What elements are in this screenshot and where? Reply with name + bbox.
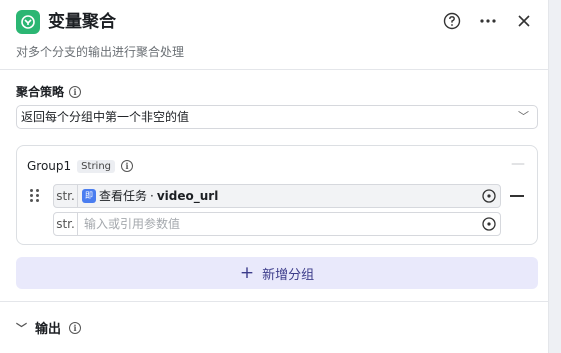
add-group-label: 新增分组: [262, 267, 315, 283]
variable-picker-icon[interactable]: [482, 217, 496, 231]
type-tag: str.: [54, 213, 78, 235]
output-section-toggle[interactable]: ﹀ 输出 i: [16, 318, 82, 337]
info-icon[interactable]: i: [69, 321, 82, 334]
divider: [0, 301, 549, 302]
remove-row-button[interactable]: [510, 195, 524, 197]
group-name: Group1: [27, 159, 72, 173]
plus-icon: +: [239, 262, 255, 283]
variable-row[interactable]: str. 输入或引用参数值: [53, 212, 501, 236]
strategy-label-text: 聚合策略: [16, 85, 65, 99]
panel-header: 变量聚合 对多个分支的输出进行聚合处理: [0, 0, 549, 70]
close-icon[interactable]: [513, 10, 535, 32]
value-input-placeholder[interactable]: 输入或引用参数值: [84, 213, 180, 235]
group-card: Group1 String i — str. 即 查看任务 · video_ur…: [16, 145, 538, 245]
group-type-badge: String: [77, 159, 116, 173]
canvas-edge: [550, 0, 561, 353]
ref-separator: ·: [150, 189, 154, 203]
strategy-select[interactable]: 返回每个分组中第一个非空的值 ﹀: [16, 105, 538, 129]
panel-title: 变量聚合: [48, 12, 116, 32]
aggregate-node-icon: [16, 10, 40, 34]
more-options-icon[interactable]: [477, 10, 499, 32]
strategy-selected-value: 返回每个分组中第一个非空的值: [21, 110, 190, 124]
output-label: 输出: [35, 322, 62, 337]
ref-variable-name: video_url: [156, 189, 219, 203]
info-icon[interactable]: i: [69, 85, 82, 98]
variable-row[interactable]: str. 即 查看任务 · video_url: [53, 184, 501, 208]
drag-handle-icon[interactable]: [30, 189, 40, 203]
help-icon[interactable]: [441, 10, 463, 32]
node-badge-icon: 即: [82, 189, 96, 203]
variable-picker-icon[interactable]: [482, 189, 496, 203]
strategy-label: 聚合策略 i: [16, 83, 82, 100]
info-icon[interactable]: i: [121, 160, 134, 172]
chevron-down-icon: ﹀: [518, 110, 529, 123]
add-group-button[interactable]: + 新增分组: [16, 257, 538, 289]
type-tag: str.: [54, 185, 78, 207]
group-collapse-icon[interactable]: —: [511, 156, 525, 172]
panel-description: 对多个分支的输出进行聚合处理: [16, 45, 185, 59]
chevron-down-icon: ﹀: [16, 321, 27, 335]
variable-aggregation-panel: 变量聚合 对多个分支的输出进行聚合处理 聚合策略 i 返回每个分组中第一个非空的…: [0, 0, 549, 353]
ref-node-name: 查看任务: [99, 189, 148, 203]
variable-reference[interactable]: 即 查看任务 · video_url: [82, 188, 218, 204]
